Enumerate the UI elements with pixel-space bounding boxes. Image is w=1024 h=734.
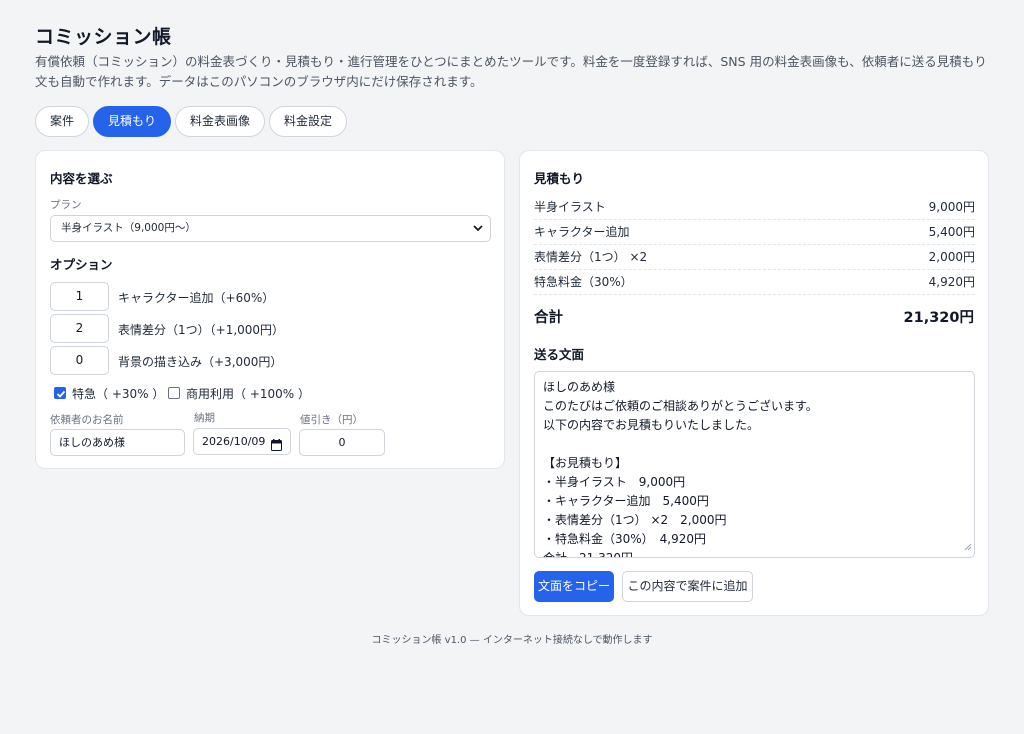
estimate-card: 見積もり 半身イラスト 9,000円 キャラクター追加 5,400円 表情差分（… [519,150,989,616]
message-line: 合計 21,320円 [543,551,633,558]
message-textarea[interactable]: ほしのあめ様 このたびはご依頼のご相談ありがとうございます。 以下の内容でお見積… [534,371,975,558]
message-line: ・特急料金（30%） 4,920円 [543,532,707,546]
option-background-label: 背景の描き込み（+3,000円） [118,355,283,369]
footer: コミッション帳 v1.0 — インターネット接続なしで動作します [371,635,653,646]
message-line: ・キャラクター追加 5,400円 [543,494,709,508]
estimate-row-label: 半身イラスト [534,200,606,214]
message-line: このたびはご依頼のご相談ありがとうございます。 [543,399,818,413]
copy-message-button[interactable]: 文面をコピー [534,571,614,602]
option-expression-label: 表情差分（1つ）（+1,000円） [118,323,285,337]
estimate-row: 特急料金（30%） 4,920円 [534,270,975,295]
calendar-icon[interactable] [271,435,282,460]
commercial-label: 商用利用（ +100% ） [186,387,310,401]
total-label: 合計 [534,310,563,326]
client-name-input[interactable]: ほしのあめ様 [50,429,185,456]
options-title: オプション [50,257,113,272]
commercial-checkbox[interactable] [168,387,180,399]
estimate-row-amount: 2,000円 [928,250,975,264]
check-icon [56,390,66,398]
tab-price-image[interactable]: 料金表画像 [175,106,266,137]
chevron-down-icon [471,220,485,236]
message-line: ・半身イラスト 9,000円 [543,475,686,489]
message-line: ・表情差分（1つ） ×2 2,000円 [543,513,727,527]
message-line: ほしのあめ様 [543,380,616,394]
tab-estimate[interactable]: 見積もり [93,106,172,137]
app-title: コミッション帳 [35,26,172,48]
estimate-title: 見積もり [534,171,585,186]
rush-checkbox[interactable] [54,387,66,399]
message-line: 【お見積もり】 [543,456,628,470]
estimate-row: 表情差分（1つ） ×2 2,000円 [534,245,975,270]
plan-select-value: 半身イラスト（9,000円〜） [61,222,196,234]
estimate-row-amount: 9,000円 [928,200,975,214]
due-date-input[interactable]: 2026/10/09 [193,428,291,455]
due-date-value: 2026/10/09 [202,435,266,448]
estimate-row-label: 特急料金（30%） [534,275,633,289]
resize-grip-icon[interactable] [964,536,972,555]
message-line [543,435,966,454]
select-content-title: 内容を選ぶ [50,171,113,186]
option-expression-qty[interactable]: 2 [50,314,109,343]
estimate-row: 半身イラスト 9,000円 [534,195,975,220]
tab-price-settings[interactable]: 料金設定 [269,106,348,137]
select-content-card: 内容を選ぶ プラン 半身イラスト（9,000円〜） オプション 1 キャラクター… [35,150,505,469]
tab-cases[interactable]: 案件 [35,106,90,137]
plan-select[interactable]: 半身イラスト（9,000円〜） [50,215,491,242]
add-to-cases-button[interactable]: この内容で案件に追加 [622,571,753,602]
estimate-row-amount: 5,400円 [928,225,975,239]
message-title: 送る文面 [534,347,585,362]
estimate-row-label: キャラクター追加 [534,225,630,239]
message-line: 以下の内容でお見積もりいたしました。 [543,418,760,432]
client-name-label: 依頼者のお名前 [50,414,124,426]
estimate-row-label: 表情差分（1つ） ×2 [534,250,648,264]
app-description: 有償依頼（コミッション）の料金表づくり・見積もり・進行管理をひとつにまとめたツー… [35,54,987,89]
due-date-label: 納期 [194,412,215,424]
discount-input[interactable]: 0 [299,429,385,456]
discount-label: 値引き（円） [300,414,363,426]
estimate-row-amount: 4,920円 [928,275,975,289]
total-amount: 21,320円 [903,310,974,326]
option-character-label: キャラクター追加（+60%） [118,291,275,305]
tab-bar: 案件 見積もり 料金表画像 料金設定 [35,106,348,137]
plan-label: プラン [50,199,82,211]
option-background-qty[interactable]: 0 [50,346,109,375]
rush-label: 特急（ +30% ） [72,387,165,401]
estimate-row: キャラクター追加 5,400円 [534,220,975,245]
option-character-qty[interactable]: 1 [50,282,109,311]
